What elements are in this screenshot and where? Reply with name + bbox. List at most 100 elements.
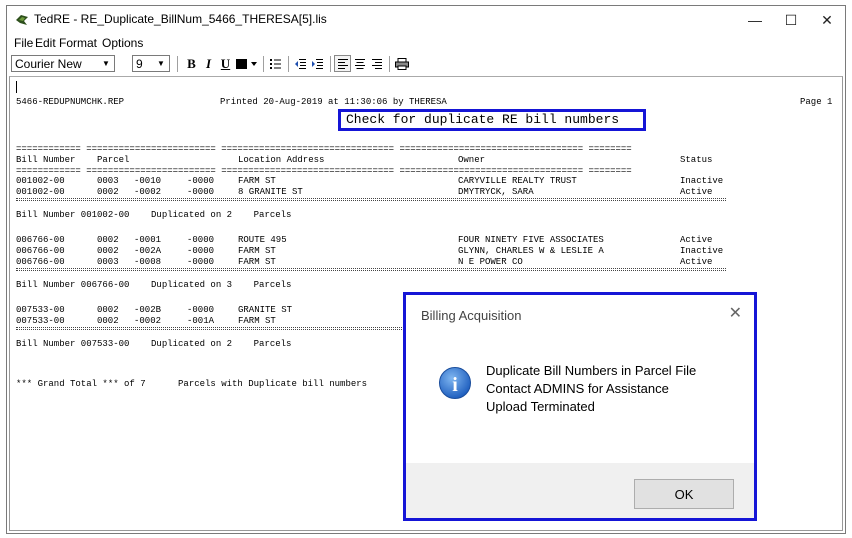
table-row-status: Active [680,187,713,197]
table-row-bill: 001002-00 [16,176,65,186]
table-row-parcel: -0000 [187,305,215,315]
font-select[interactable]: Courier New ▼ [11,55,115,72]
table-row-location: FARM ST [238,176,276,186]
grand-total: *** Grand Total *** of 7 Parcels with Du… [16,379,368,389]
menu-options[interactable]: Options [102,36,143,50]
text-color-button[interactable] [234,55,260,72]
table-row-parcel: 0003 [97,176,119,186]
billing-acquisition-dialog[interactable]: Billing Acquisition ✕ i Duplicate Bill N… [403,292,757,521]
font-select-value: Courier New [15,57,82,71]
table-row-location: ROUTE 495 [238,235,287,245]
maximize-button[interactable]: ☐ [773,6,809,34]
minimize-button[interactable]: — [737,6,773,34]
dialog-message-line-3: Upload Terminated [486,399,595,414]
italic-button[interactable]: I [200,55,217,72]
print-icon[interactable] [393,55,410,72]
table-row-parcel: -0000 [187,257,215,267]
table-row-parcel: 0002 [97,246,119,256]
table-row-parcel: 0003 [97,257,119,267]
bullet-list-icon[interactable] [267,55,284,72]
table-row-status: Inactive [680,176,724,186]
table-row-location: 8 GRANITE ST [238,187,303,197]
align-right-icon[interactable] [368,55,385,72]
toolbar-separator [288,56,289,72]
ok-button[interactable]: OK [634,479,734,509]
table-row-bill: 006766-00 [16,257,65,267]
toolbar-separator [177,56,178,72]
table-row-parcel: -0010 [134,176,162,186]
table-row-parcel: -0008 [134,257,162,267]
info-icon: i [439,367,471,399]
table-row-parcel: -0001 [134,235,162,245]
decrease-indent-icon[interactable] [292,55,309,72]
table-row-status: Active [680,257,713,267]
table-row-parcel: -0002 [134,316,162,326]
bold-button[interactable]: B [183,55,200,72]
info-glyph: i [452,374,458,396]
dialog-title: Billing Acquisition [421,308,522,323]
dialog-message-line-2: Contact ADMINS for Assistance [486,381,669,396]
table-row-bill: 006766-00 [16,246,65,256]
column-header-owner: Owner [458,155,486,165]
align-left-icon[interactable] [334,55,351,72]
table-row-parcel: -002B [134,305,162,315]
menu-edit[interactable]: Edit [35,36,56,50]
chevron-down-icon[interactable]: ▼ [153,56,169,71]
table-row-bill: 007533-00 [16,316,65,326]
close-button[interactable]: ✕ [809,6,845,34]
table-row-owner: GLYNN, CHARLES W & LESLIE A [458,246,604,256]
title-bar[interactable]: TedRE - RE_Duplicate_BillNum_5466_THERES… [7,6,845,34]
toolbar-separator [389,56,390,72]
chevron-down-icon[interactable]: ▼ [98,56,114,71]
window-title: TedRE - RE_Duplicate_BillNum_5466_THERES… [34,12,327,26]
column-header-bill: Bill Number [16,155,76,165]
table-row-parcel: -0000 [187,187,215,197]
dash-divider: ============ ======================== ==… [16,144,632,154]
table-row-parcel: -0002 [134,187,162,197]
table-row-status: Active [680,235,713,245]
report-page-number: Page 1 [800,97,833,107]
group-summary: Bill Number 001002-00 Duplicated on 2 Pa… [16,210,292,220]
menu-bar: File Edit Format Options [7,34,845,52]
increase-indent-icon[interactable] [309,55,326,72]
report-printed-line: Printed 20-Aug-2019 at 11:30:06 by THERE… [220,97,447,107]
column-header-status: Status [680,155,713,165]
font-size-value: 9 [136,57,143,71]
table-row-owner: DMYTRYCK, SARA [458,187,534,197]
menu-format[interactable]: Format [59,36,97,50]
double-rule [16,198,726,201]
menu-file[interactable]: File [14,36,33,50]
group-summary: Bill Number 006766-00 Duplicated on 3 Pa… [16,280,292,290]
toolbar-separator [330,56,331,72]
table-row-parcel: -0000 [187,246,215,256]
table-row-parcel: 0002 [97,305,119,315]
table-row-parcel: -0000 [187,176,215,186]
group-summary: Bill Number 007533-00 Duplicated on 2 Pa… [16,339,292,349]
toolbar-separator [263,56,264,72]
table-row-status: Inactive [680,246,724,256]
double-rule [16,268,726,271]
table-row-bill: 001002-00 [16,187,65,197]
font-size-select[interactable]: 9 ▼ [132,55,170,72]
dialog-close-icon[interactable]: ✕ [729,303,742,323]
column-header-location: Location Address [238,155,325,165]
table-row-bill: 007533-00 [16,305,65,315]
table-row-location: FARM ST [238,316,276,326]
table-row-owner: N E POWER CO [458,257,523,267]
dialog-message-line-1: Duplicate Bill Numbers in Parcel File [486,363,697,378]
table-row-parcel: 0002 [97,187,119,197]
table-row-parcel: 0002 [97,316,119,326]
format-toolbar: Courier New ▼ 9 ▼ B I U [7,53,845,75]
table-row-owner: FOUR NINETY FIVE ASSOCIATES [458,235,604,245]
column-header-parcel: Parcel [97,155,130,165]
table-row-parcel: 0002 [97,235,119,245]
dialog-footer: OK [406,463,754,518]
color-swatch-icon [236,58,257,69]
text-caret [16,81,17,93]
table-row-owner: CARYVILLE REALTY TRUST [458,176,577,186]
app-icon [16,15,28,25]
underline-button[interactable]: U [217,55,234,72]
report-heading: Check for duplicate RE bill numbers [346,112,620,127]
align-center-icon[interactable] [351,55,368,72]
table-row-location: FARM ST [238,246,276,256]
